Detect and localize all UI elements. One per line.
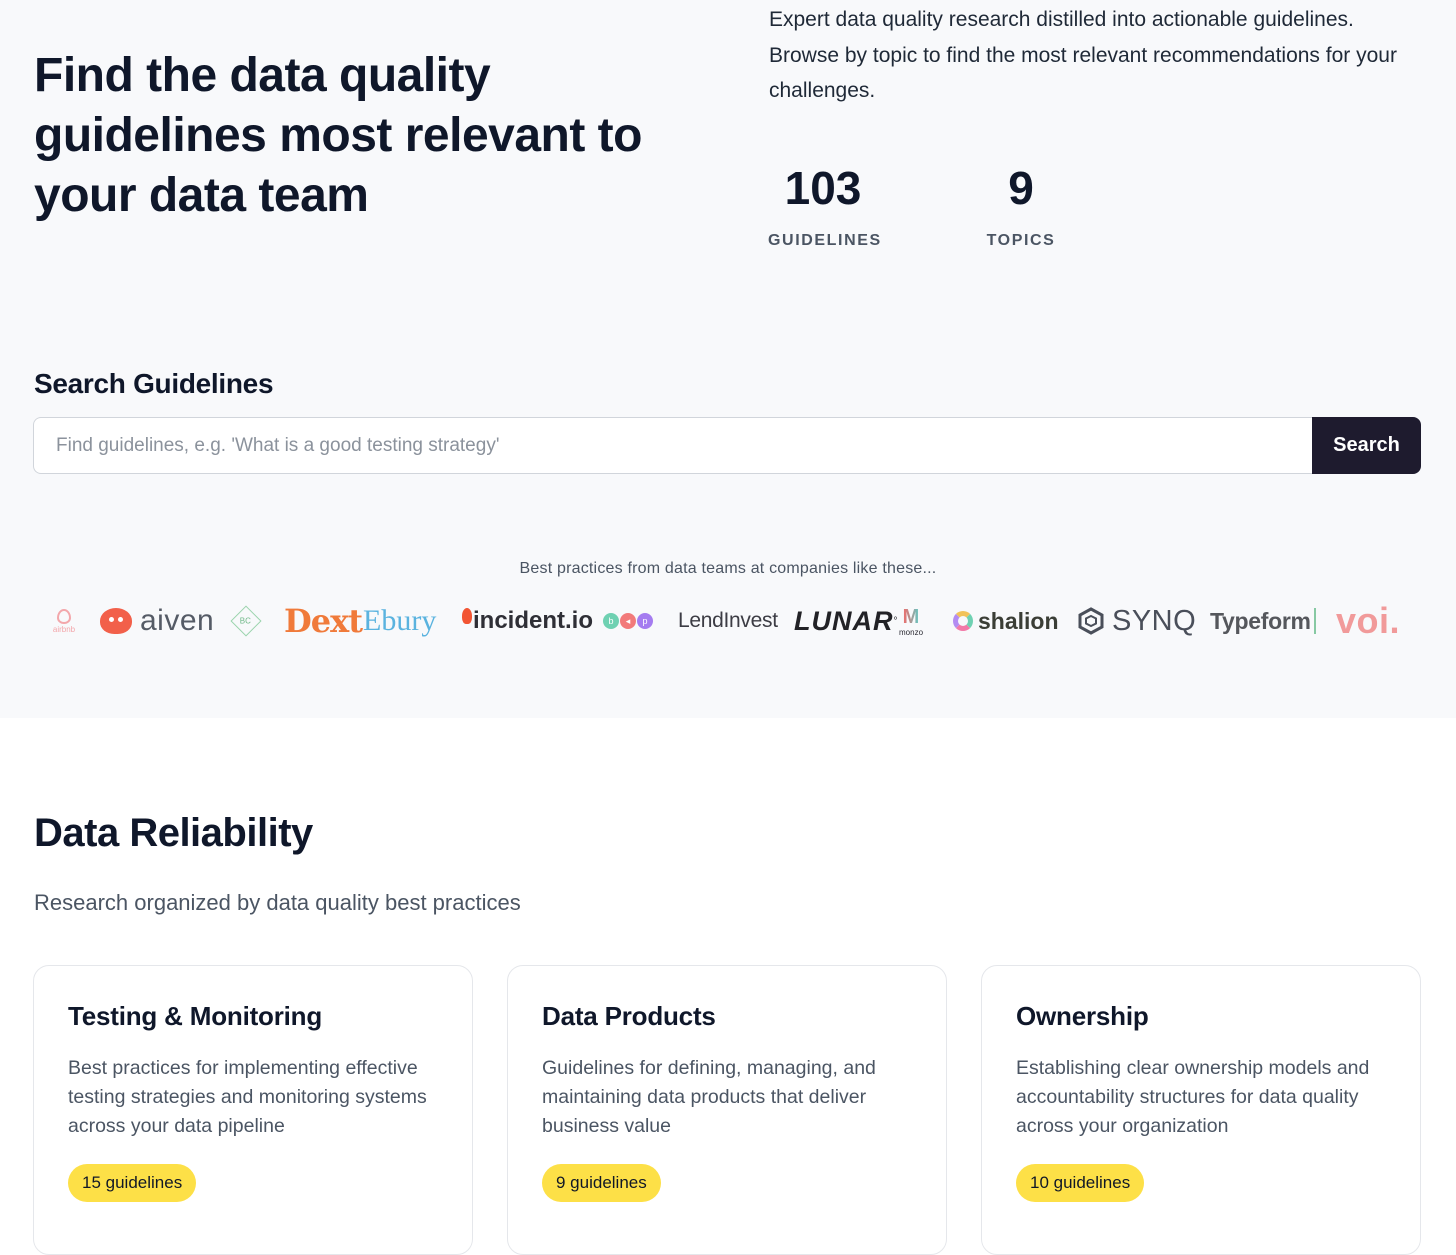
incident-io-logo: incident.io bbox=[462, 596, 593, 646]
bop-circle-b: b bbox=[603, 613, 619, 629]
stat-topics: 9 TOPICS bbox=[986, 160, 1056, 250]
aiven-logo-text: aiven bbox=[140, 604, 215, 637]
airbnb-logo-text: airbnb bbox=[52, 624, 76, 634]
topic-card-ownership[interactable]: Ownership Establishing clear ownership m… bbox=[981, 965, 1421, 1255]
logos-caption: Best practices from data teams at compan… bbox=[519, 560, 937, 577]
lunar-logo: LUNAR ° bbox=[794, 596, 899, 646]
shalion-logo: shalion bbox=[953, 596, 1059, 646]
topic-card-data-products[interactable]: Data Products Guidelines for defining, m… bbox=[507, 965, 947, 1255]
stat-guidelines-label: GUIDELINES bbox=[768, 232, 882, 249]
monzo-logo: M monzo bbox=[899, 596, 923, 646]
guidelines-count-badge: 9 guidelines bbox=[542, 1164, 661, 1202]
registered-mark-icon: ° bbox=[893, 615, 899, 627]
hero-title: Find the data quality guidelines most re… bbox=[34, 49, 642, 222]
bop-circle-icon: ◂ bbox=[620, 613, 636, 629]
search-heading: Search Guidelines bbox=[34, 368, 274, 399]
ring-icon bbox=[953, 611, 973, 631]
lunar-logo-text: LUNAR bbox=[794, 605, 894, 636]
typeform-logo-text: Typeform bbox=[1210, 607, 1311, 634]
monzo-m-icon: M bbox=[902, 605, 920, 628]
topic-card-testing-monitoring[interactable]: Testing & Monitoring Best practices for … bbox=[33, 965, 473, 1255]
lendinvest-logo: LendInvest bbox=[678, 609, 778, 632]
bc-logo: BC bbox=[230, 596, 262, 646]
section-subtitle: Research organized by data quality best … bbox=[34, 890, 521, 915]
typeform-bar-icon bbox=[1313, 608, 1316, 634]
bc-logo-text: BC bbox=[240, 616, 252, 626]
hexagon-icon bbox=[1078, 607, 1104, 635]
hero-description: Expert data quality research distilled i… bbox=[769, 8, 1397, 102]
card-description: Best practices for implementing effectiv… bbox=[68, 1057, 427, 1137]
typeform-logo: Typeform bbox=[1210, 596, 1316, 646]
search-input[interactable] bbox=[33, 417, 1314, 474]
search-button[interactable]: Search bbox=[1312, 417, 1421, 474]
airbnb-mark-icon bbox=[57, 608, 71, 624]
card-description: Establishing clear ownership models and … bbox=[1016, 1057, 1370, 1137]
bop-logo: b ◂ p bbox=[603, 596, 653, 646]
crab-icon bbox=[100, 608, 132, 634]
flame-icon bbox=[462, 608, 472, 624]
incident-io-logo-text: incident.io bbox=[473, 607, 593, 634]
monzo-logo-text: monzo bbox=[899, 627, 924, 637]
synq-logo: SYNQ bbox=[1078, 596, 1196, 646]
stat-guidelines: 103 GUIDELINES bbox=[768, 160, 882, 250]
voi-logo: voi. bbox=[1336, 600, 1401, 641]
card-description: Guidelines for defining, managing, and m… bbox=[542, 1057, 876, 1137]
diamond-icon: BC bbox=[230, 605, 262, 637]
stat-guidelines-value: 103 bbox=[784, 162, 862, 214]
dext-logo: Dext bbox=[284, 602, 363, 640]
aiven-logo: aiven bbox=[100, 596, 214, 646]
guidelines-count-badge: 10 guidelines bbox=[1016, 1164, 1145, 1202]
card-title: Testing & Monitoring bbox=[68, 1001, 323, 1031]
bop-circle-p: p bbox=[637, 613, 653, 629]
synq-logo-text: SYNQ bbox=[1112, 604, 1197, 637]
hero-section: Find the data quality guidelines most re… bbox=[0, 0, 1456, 718]
stat-topics-value: 9 bbox=[1008, 162, 1034, 214]
guidelines-count-badge: 15 guidelines bbox=[68, 1164, 197, 1202]
airbnb-logo: airbnb bbox=[50, 596, 78, 646]
ebury-logo: Ebury bbox=[363, 604, 437, 637]
card-title: Data Products bbox=[542, 1001, 716, 1031]
shalion-logo-text: shalion bbox=[978, 607, 1059, 634]
section-title: Data Reliability bbox=[34, 811, 313, 855]
card-title: Ownership bbox=[1016, 1001, 1149, 1031]
stat-topics-label: TOPICS bbox=[986, 232, 1056, 249]
